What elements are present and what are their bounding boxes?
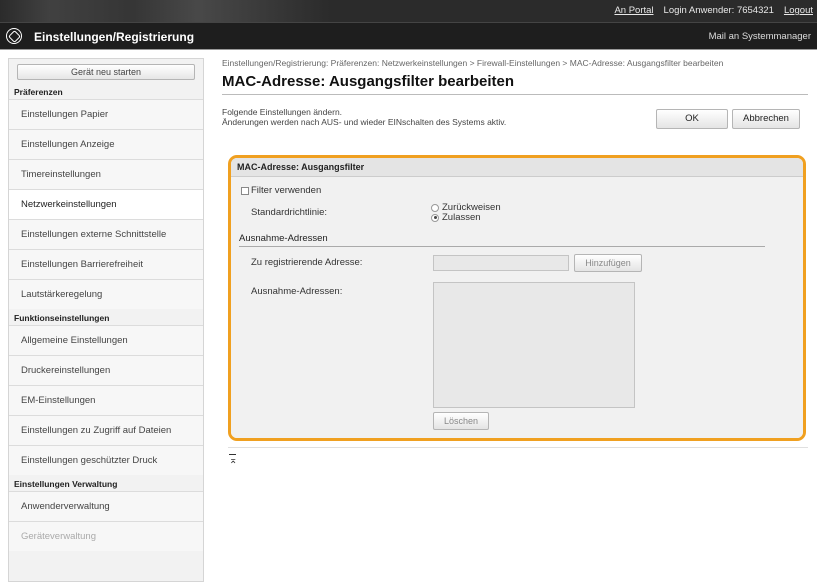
sidebar-section-management: Einstellungen Verwaltung [14,479,118,489]
login-label: Login Anwender: [663,5,735,16]
footer-divider [228,447,808,448]
sidebar-item-user-management[interactable]: Anwenderverwaltung [9,491,203,521]
use-filter-option[interactable]: Filter verwenden [241,185,321,196]
sidebar-item-external-interface[interactable]: Einstellungen externe Schnittstelle [9,219,203,249]
to-top-icon[interactable]: ⌅ [229,454,237,466]
top-links: An Portal Login Anwender: 7654321 Logout [614,5,813,16]
policy-reject-radio[interactable] [431,203,439,212]
delete-address-button[interactable]: Löschen [433,412,489,430]
breadcrumb: Einstellungen/Registrierung: Präferenzen… [222,58,724,68]
ok-button[interactable]: OK [656,109,728,129]
sidebar-item-em[interactable]: EM-Einstellungen [9,385,203,415]
sidebar-item-accessibility[interactable]: Einstellungen Barrierefreiheit [9,249,203,279]
settings-logo-icon [6,28,22,44]
register-address-label: Zu registrierende Adresse: [251,257,363,268]
sidebar-item-secure-print[interactable]: Einstellungen geschützter Druck [9,445,203,475]
sidebar-section-function-settings: Funktionseinstellungen [14,313,110,323]
mac-output-filter-panel: MAC-Adresse: Ausgangsfilter Filter verwe… [228,155,806,441]
register-address-input[interactable] [433,255,569,271]
sidebar-item-display[interactable]: Einstellungen Anzeige [9,129,203,159]
login-user: 7654321 [736,5,774,16]
page-title: MAC-Adresse: Ausgangsfilter bearbeiten [222,73,808,95]
logout-link[interactable]: Logout [784,5,813,16]
sidebar-item-printer[interactable]: Druckereinstellungen [9,355,203,385]
panel-title: MAC-Adresse: Ausgangsfilter [231,158,803,177]
main-content: Einstellungen/Registrierung: Präferenzen… [222,58,808,137]
sidebar-item-paper[interactable]: Einstellungen Papier [9,99,203,129]
sidebar-item-general[interactable]: Allgemeine Einstellungen [9,325,203,355]
sidebar-item-network[interactable]: Netzwerkeinstellungen [9,189,203,219]
portal-link[interactable]: An Portal [614,5,653,16]
use-filter-checkbox[interactable] [241,186,249,195]
policy-allow-radio[interactable] [431,213,439,222]
default-policy-label: Standardrichtlinie: [251,207,328,218]
sidebar-item-file-access[interactable]: Einstellungen zu Zugriff auf Dateien [9,415,203,445]
sidebar-section-preferences: Präferenzen [14,87,63,97]
add-address-button[interactable]: Hinzufügen [574,254,642,272]
exception-list-label: Ausnahme-Adressen: [251,286,343,297]
sidebar-item-device-management[interactable]: Geräteverwaltung [9,521,203,551]
title-bar: Einstellungen/Registrierung Mail an Syst… [0,22,817,50]
exception-address-list[interactable] [433,282,635,408]
restart-device-button[interactable]: Gerät neu starten [17,64,195,80]
exceptions-heading: Ausnahme-Adressen [239,233,765,247]
top-bar: An Portal Login Anwender: 7654321 Logout [0,0,817,22]
policy-option-allow[interactable]: Zulassen [431,212,481,223]
use-filter-label: Filter verwenden [251,185,322,196]
sidebar: Gerät neu starten Präferenzen Einstellun… [8,58,204,582]
sidebar-item-volume[interactable]: Lautstärkeregelung [9,279,203,309]
panel-body: Filter verwenden Standardrichtlinie: Zur… [231,177,803,438]
policy-allow-label: Zulassen [442,212,481,223]
settings-note: Folgende Einstellungen ändern. Änderunge… [222,103,808,137]
cancel-button[interactable]: Abbrechen [732,109,800,129]
sidebar-item-timer[interactable]: Timereinstellungen [9,159,203,189]
blurred-header-area [0,0,330,22]
mail-to-admin-link[interactable]: Mail an Systemmanager [709,31,811,42]
app-title: Einstellungen/Registrierung [34,30,195,44]
